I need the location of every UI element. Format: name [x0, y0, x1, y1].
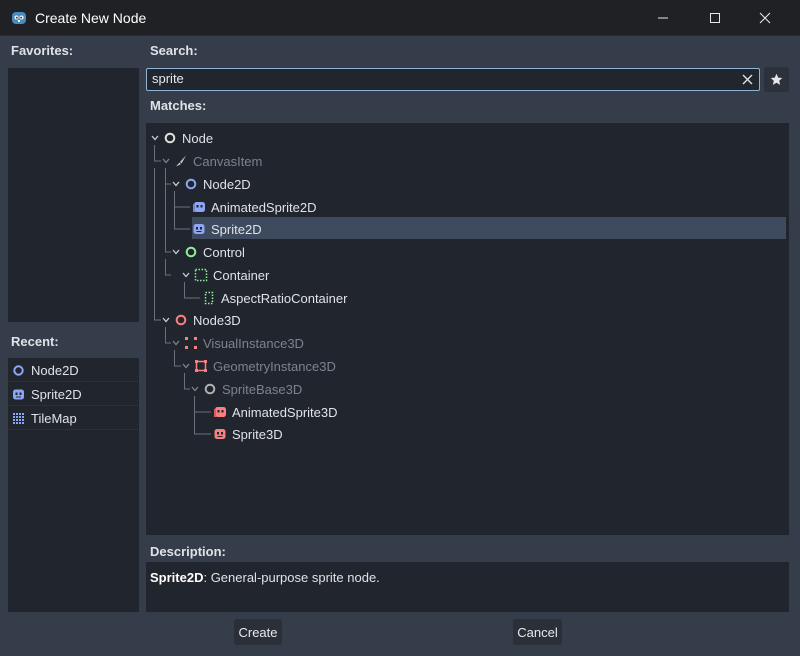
tree-row-label: Sprite2D [211, 221, 262, 237]
tree-row-label: CanvasItem [193, 153, 263, 169]
node3d-icon [174, 313, 188, 327]
geometryinstance3d-icon [194, 359, 208, 373]
description-text: Sprite2D: General-purpose sprite node. [150, 570, 380, 585]
recent-item-tilemap[interactable]: TileMap [8, 407, 138, 430]
spritebase3d-icon [203, 382, 217, 396]
tree-row-sprite3d[interactable]: Sprite3D [213, 423, 283, 445]
chevron-down-icon[interactable] [171, 247, 181, 257]
tree-row-node3d[interactable]: Node3D [161, 309, 241, 331]
cancel-button[interactable]: Cancel [513, 619, 562, 645]
favorites-label: Favorites: [11, 43, 74, 58]
tree-row-animatedsprite3d[interactable]: AnimatedSprite3D [213, 401, 338, 423]
tilemap-icon [12, 412, 25, 425]
description-body: : General-purpose sprite node. [203, 570, 380, 585]
tree-row-control[interactable]: Control [171, 241, 245, 263]
chevron-down-icon[interactable] [161, 315, 171, 325]
close-window-button[interactable] [742, 0, 788, 36]
search-input[interactable]: sprite [146, 68, 760, 91]
tree-row-spritebase3d[interactable]: SpriteBase3D [190, 378, 302, 400]
tree-row-label: AspectRatioContainer [221, 290, 348, 306]
tree-row-canvasitem[interactable]: CanvasItem [161, 150, 262, 172]
chevron-down-icon[interactable] [171, 179, 181, 189]
tree-row-node2d[interactable]: Node2D [171, 173, 251, 195]
visualinstance3d-icon [184, 336, 198, 350]
matches-tree[interactable]: Node CanvasItem Node2D AnimatedSprite2D … [146, 123, 789, 535]
tree-row-node[interactable]: Node [150, 127, 213, 149]
clear-search-icon[interactable] [738, 70, 756, 89]
chevron-down-icon[interactable] [181, 270, 191, 280]
recent-label: Recent: [11, 334, 59, 349]
chevron-down-icon[interactable] [171, 338, 181, 348]
aspectratiocontainer-icon [202, 291, 216, 305]
search-label: Search: [150, 43, 198, 58]
chevron-down-icon[interactable] [181, 361, 191, 371]
tree-row-label: VisualInstance3D [203, 335, 304, 351]
create-button[interactable]: Create [234, 619, 282, 645]
container-icon [194, 268, 208, 282]
tree-row-label: Container [213, 267, 270, 283]
recent-item-label: Sprite2D [31, 386, 82, 402]
sprite2d-icon [192, 222, 206, 236]
node2d-icon [12, 364, 25, 377]
animatedsprite2d-icon [192, 200, 206, 214]
tree-row-container[interactable]: Container [181, 264, 269, 286]
node2d-icon [184, 177, 198, 191]
sprite2d-icon [12, 388, 25, 401]
maximize-button[interactable] [692, 0, 738, 36]
tree-row-label: Sprite3D [232, 426, 283, 442]
tree-row-label: Node2D [203, 176, 251, 192]
description-node-name: Sprite2D [150, 570, 204, 585]
tree-row-geometryinstance3d[interactable]: GeometryInstance3D [181, 355, 336, 377]
description-label: Description: [150, 544, 226, 559]
favorite-star-button[interactable] [764, 67, 789, 92]
recent-item-label: Node2D [31, 362, 79, 378]
tree-row-visualinstance3d[interactable]: VisualInstance3D [171, 332, 304, 354]
tree-row-label: GeometryInstance3D [213, 358, 336, 374]
window-title: Create New Node [35, 10, 147, 26]
star-icon [770, 73, 783, 86]
search-input-value: sprite [152, 71, 184, 86]
recent-item-sprite2d[interactable]: Sprite2D [8, 383, 138, 406]
tree-row-label: Control [203, 244, 245, 260]
title-bar: Create New Node [0, 0, 800, 36]
tree-row-animatedsprite2d[interactable]: AnimatedSprite2D [192, 196, 317, 218]
tree-row-aspectratiocontainer[interactable]: AspectRatioContainer [202, 287, 347, 309]
description-panel: Sprite2D: General-purpose sprite node. [146, 562, 789, 612]
create-node-dialog: Favorites: Recent: Node2D Sprite2D TileM [0, 36, 800, 656]
tree-row-label: Node [182, 130, 214, 146]
node-icon [163, 131, 177, 145]
canvasitem-icon [174, 154, 188, 168]
chevron-down-icon[interactable] [161, 156, 171, 166]
matches-label: Matches: [150, 98, 207, 113]
animatedsprite3d-icon [213, 405, 227, 419]
tree-row-label: AnimatedSprite3D [232, 404, 338, 420]
tree-row-label: SpriteBase3D [222, 381, 303, 397]
recent-item-node2d[interactable]: Node2D [8, 359, 138, 382]
godot-logo-icon [10, 9, 28, 27]
minimize-button[interactable] [640, 0, 686, 36]
recent-item-label: TileMap [31, 410, 77, 426]
tree-row-label: AnimatedSprite2D [211, 199, 317, 215]
chevron-down-icon[interactable] [190, 384, 200, 394]
favorites-list[interactable] [8, 68, 139, 322]
tree-row-sprite2d[interactable]: Sprite2D [192, 218, 262, 240]
control-icon [184, 245, 198, 259]
tree-row-label: Node3D [193, 312, 241, 328]
sprite3d-icon [213, 427, 227, 441]
chevron-down-icon[interactable] [150, 133, 160, 143]
